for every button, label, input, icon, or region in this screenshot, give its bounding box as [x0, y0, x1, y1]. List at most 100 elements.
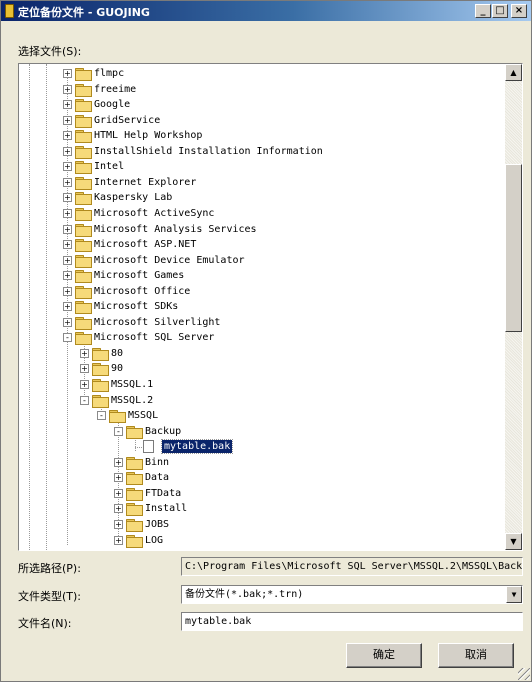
expand-icon[interactable]: +	[80, 348, 89, 358]
folder-icon	[75, 239, 92, 253]
expand-icon[interactable]: +	[80, 380, 89, 389]
tree-folder-item[interactable]: + InstallShield Installation Information	[19, 144, 506, 160]
tree-folder-item[interactable]: + Internet Explorer	[19, 175, 506, 191]
folder-icon	[75, 192, 92, 206]
maximize-button[interactable]: □	[492, 4, 508, 18]
folder-icon	[75, 270, 92, 284]
collapse-icon[interactable]: -	[114, 426, 123, 436]
tree-item-label: InstallShield Installation Information	[94, 145, 323, 157]
scroll-thumb[interactable]	[505, 164, 522, 332]
folder-icon	[92, 379, 109, 392]
tree-folder-item[interactable]: + HTML Help Workshop	[19, 128, 506, 144]
tree-folder-item[interactable]: + Microsoft Silverlight	[19, 315, 506, 331]
tree-folder-item[interactable]: + flmpc	[19, 66, 506, 82]
tree-folder-item[interactable]: - Backup	[19, 424, 506, 440]
tree-folder-item[interactable]: + Microsoft ASP.NET	[19, 237, 506, 253]
folder-icon	[126, 518, 143, 532]
tree-folder-item[interactable]: + JOBS	[19, 517, 506, 533]
tree-folder-item[interactable]: + Intel	[19, 159, 506, 175]
tree-item-label: Binn	[145, 456, 170, 468]
tree-item-label: Microsoft Office	[94, 285, 191, 297]
file-name-input[interactable]: mytable.bak	[181, 612, 523, 631]
tree-folder-item[interactable]: - Microsoft SQL Server	[19, 330, 506, 346]
folder-icon	[75, 223, 92, 237]
tree-item-label: freeime	[94, 83, 137, 95]
expand-icon[interactable]: +	[63, 208, 72, 218]
folder-tree[interactable]: + flmpc + freeime + Google + GridService + HTML H…	[18, 63, 523, 551]
expand-icon[interactable]: +	[114, 473, 123, 483]
tree-item-label: Kaspersky Lab	[94, 192, 173, 204]
file-type-select[interactable]: 备份文件(*.bak;*.trn) ▼	[181, 585, 523, 604]
tree-folder-item[interactable]: + FTData	[19, 486, 506, 502]
expand-icon[interactable]: +	[63, 193, 72, 203]
tree-folder-item[interactable]: + Microsoft Analysis Services	[19, 222, 506, 238]
close-button[interactable]: ×	[511, 4, 527, 18]
folder-icon	[126, 534, 143, 548]
scroll-down-button[interactable]: ▼	[505, 533, 522, 550]
tree-folder-item[interactable]: +80	[19, 346, 506, 362]
expand-icon[interactable]: +	[63, 255, 72, 265]
expand-icon[interactable]: +	[80, 364, 89, 374]
selected-path-field[interactable]: C:\Program Files\Microsoft SQL Server\MS…	[181, 557, 523, 576]
expand-icon[interactable]: +	[114, 504, 123, 514]
expand-icon[interactable]: +	[114, 519, 123, 529]
expand-icon[interactable]: +	[63, 286, 72, 296]
tree-folder-item[interactable]: + GridService	[19, 113, 506, 129]
database-icon	[5, 4, 14, 18]
expand-icon[interactable]: +	[63, 100, 72, 110]
expand-icon[interactable]: +	[63, 146, 72, 156]
expand-icon[interactable]: +	[63, 271, 72, 281]
tree-item-label: Data	[145, 472, 170, 484]
expand-icon[interactable]: +	[63, 240, 72, 250]
expand-icon[interactable]: +	[63, 69, 72, 78]
tree-folder-item[interactable]: + Kaspersky Lab	[19, 190, 506, 206]
tree-folder-item[interactable]: + LOG	[19, 533, 506, 549]
cancel-button[interactable]: 取消	[438, 643, 514, 668]
tree-item-label: Microsoft Silverlight	[94, 316, 221, 328]
collapse-icon[interactable]: -	[97, 411, 106, 421]
tree-item-label: 80	[111, 347, 124, 359]
expand-icon[interactable]: +	[63, 317, 72, 327]
folder-icon	[75, 207, 92, 221]
folder-icon	[75, 254, 92, 268]
expand-icon[interactable]: +	[63, 115, 72, 125]
tree-file-item[interactable]: mytable.bak	[19, 439, 506, 455]
file-type-value: 备份文件(*.bak;*.trn)	[185, 589, 304, 600]
scroll-up-button[interactable]: ▲	[505, 64, 522, 81]
expand-icon[interactable]: +	[63, 224, 72, 234]
expand-icon[interactable]: +	[63, 131, 72, 141]
expand-icon[interactable]: +	[114, 488, 123, 498]
tree-folder-item[interactable]: + Microsoft SDKs	[19, 299, 506, 315]
expand-icon[interactable]: +	[63, 177, 72, 187]
tree-folder-item[interactable]: + Install	[19, 501, 506, 517]
tree-folder-item[interactable]: +90	[19, 361, 506, 377]
ok-button[interactable]: 确定	[346, 643, 422, 668]
expand-icon[interactable]: +	[63, 162, 72, 172]
title-bar[interactable]: 定位备份文件 - GUOJING _ □ ×	[1, 1, 531, 21]
folder-icon	[75, 130, 92, 144]
tree-scrollbar[interactable]: ▲ ▼	[505, 64, 522, 550]
resize-grip-icon[interactable]	[518, 668, 530, 680]
tree-folder-item[interactable]: + Binn	[19, 455, 506, 471]
collapse-icon[interactable]: -	[80, 395, 89, 405]
tree-folder-item[interactable]: + freeime	[19, 82, 506, 98]
tree-folder-item[interactable]: + Microsoft Games	[19, 268, 506, 284]
expand-icon[interactable]: +	[114, 535, 123, 545]
folder-icon	[75, 301, 92, 315]
tree-folder-item[interactable]: + Data	[19, 470, 506, 486]
expand-icon[interactable]: +	[63, 302, 72, 312]
tree-folder-item[interactable]: + Microsoft Device Emulator	[19, 253, 506, 269]
expand-icon[interactable]: +	[63, 84, 72, 94]
tree-folder-item[interactable]: + Google	[19, 97, 506, 113]
tree-folder-item[interactable]: + Microsoft ActiveSync	[19, 206, 506, 222]
dropdown-arrow-icon[interactable]: ▼	[506, 586, 522, 603]
tree-folder-item[interactable]: + Microsoft Office	[19, 284, 506, 300]
tree-folder-item[interactable]: - MSSQL.2	[19, 393, 506, 409]
tree-folder-item[interactable]: - MSSQL	[19, 408, 506, 424]
expand-icon[interactable]: +	[114, 457, 123, 467]
tree-folder-item[interactable]: + MSSQL.1	[19, 377, 506, 393]
tree-item-label: MSSQL	[128, 410, 159, 422]
minimize-button[interactable]: _	[475, 4, 491, 18]
collapse-icon[interactable]: -	[63, 333, 72, 343]
folder-icon	[126, 487, 143, 501]
